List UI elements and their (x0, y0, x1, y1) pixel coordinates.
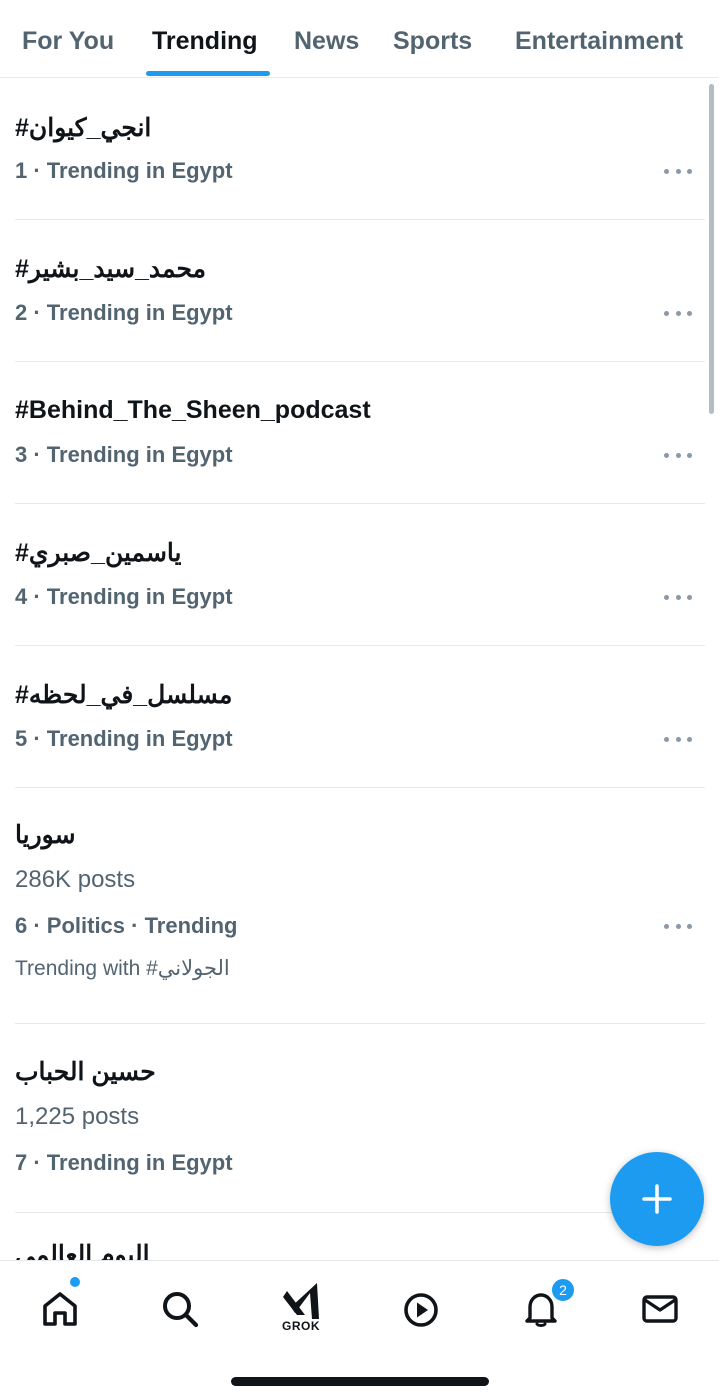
divider (15, 1212, 705, 1213)
trend-title: حسين الحباب (15, 1058, 156, 1086)
more-options-icon[interactable] (660, 159, 696, 183)
tab-news[interactable]: News (294, 24, 359, 58)
notification-badge: 2 (550, 1277, 576, 1303)
search-icon (163, 1292, 199, 1328)
trend-title: #مسلسل_في_لحظه (15, 681, 233, 709)
tab-trending[interactable]: Trending (152, 24, 258, 58)
trend-title: #محمد_سيد_بشير (15, 255, 207, 283)
home-notification-dot (70, 1277, 80, 1287)
trend-title: #Behind_The_Sheen_podcast (15, 396, 371, 424)
trend-title: #انجي_كيوان (15, 114, 152, 142)
tab-sports[interactable]: Sports (393, 24, 472, 58)
tab-for-you[interactable]: For You (22, 24, 114, 58)
grok-label: GROK (282, 1319, 320, 1333)
trend-post-count: 286K posts (15, 866, 136, 893)
mail-icon (642, 1295, 678, 1323)
trend-meta: 5 · Trending in Egypt (15, 726, 233, 751)
nav-home[interactable] (30, 1279, 90, 1339)
trend-title: #ياسمين_صبري (15, 539, 182, 567)
trend-meta: 6 · Politics · Trending (15, 913, 238, 938)
top-tabs: For You Trending News Sports Entertainme… (0, 0, 719, 78)
trend-meta: 3 · Trending in Egypt (15, 442, 233, 467)
trending-with: Trending with #الجولاني (15, 957, 230, 980)
home-icon (43, 1292, 77, 1326)
more-options-icon[interactable] (660, 585, 696, 609)
active-tab-indicator (146, 71, 270, 76)
trend-post-count: 1,225 posts (15, 1103, 140, 1130)
tab-entertainment[interactable]: Entertainment (515, 24, 683, 58)
bottom-nav: GROK 2 (0, 1260, 719, 1400)
trend-item-1[interactable]: #انجي_كيوان 1 · Trending in Egypt (0, 78, 719, 219)
more-options-icon[interactable] (660, 443, 696, 467)
nav-video[interactable] (391, 1279, 451, 1339)
more-options-icon[interactable] (660, 914, 696, 938)
trend-meta: 1 · Trending in Egypt (15, 158, 233, 183)
trend-item-5[interactable]: #مسلسل_في_لحظه 5 · Trending in Egypt (0, 646, 719, 787)
more-options-icon[interactable] (660, 301, 696, 325)
trend-item-3[interactable]: #Behind_The_Sheen_podcast 3 · Trending i… (0, 362, 719, 503)
more-options-icon[interactable] (660, 727, 696, 751)
trend-title: سوريا (15, 821, 76, 849)
trend-item-2[interactable]: #محمد_سيد_بشير 2 · Trending in Egypt (0, 220, 719, 361)
trend-item-4[interactable]: #ياسمين_صبري 4 · Trending in Egypt (0, 504, 719, 645)
trend-meta: 7 · Trending in Egypt (15, 1150, 233, 1175)
plus-icon (642, 1184, 672, 1214)
compose-post-button[interactable] (610, 1152, 704, 1246)
trend-item-6[interactable]: سوريا 286K posts 6 · Politics · Trending… (0, 788, 719, 1024)
trend-item-7[interactable]: حسين الحباب 1,225 posts 7 · Trending in … (0, 1024, 719, 1212)
grok-icon (283, 1283, 319, 1319)
play-icon (404, 1293, 438, 1327)
nav-search[interactable] (150, 1279, 210, 1339)
trend-meta: 2 · Trending in Egypt (15, 300, 233, 325)
trend-meta: 4 · Trending in Egypt (15, 584, 233, 609)
nav-messages[interactable] (630, 1279, 690, 1339)
home-indicator (231, 1377, 489, 1386)
